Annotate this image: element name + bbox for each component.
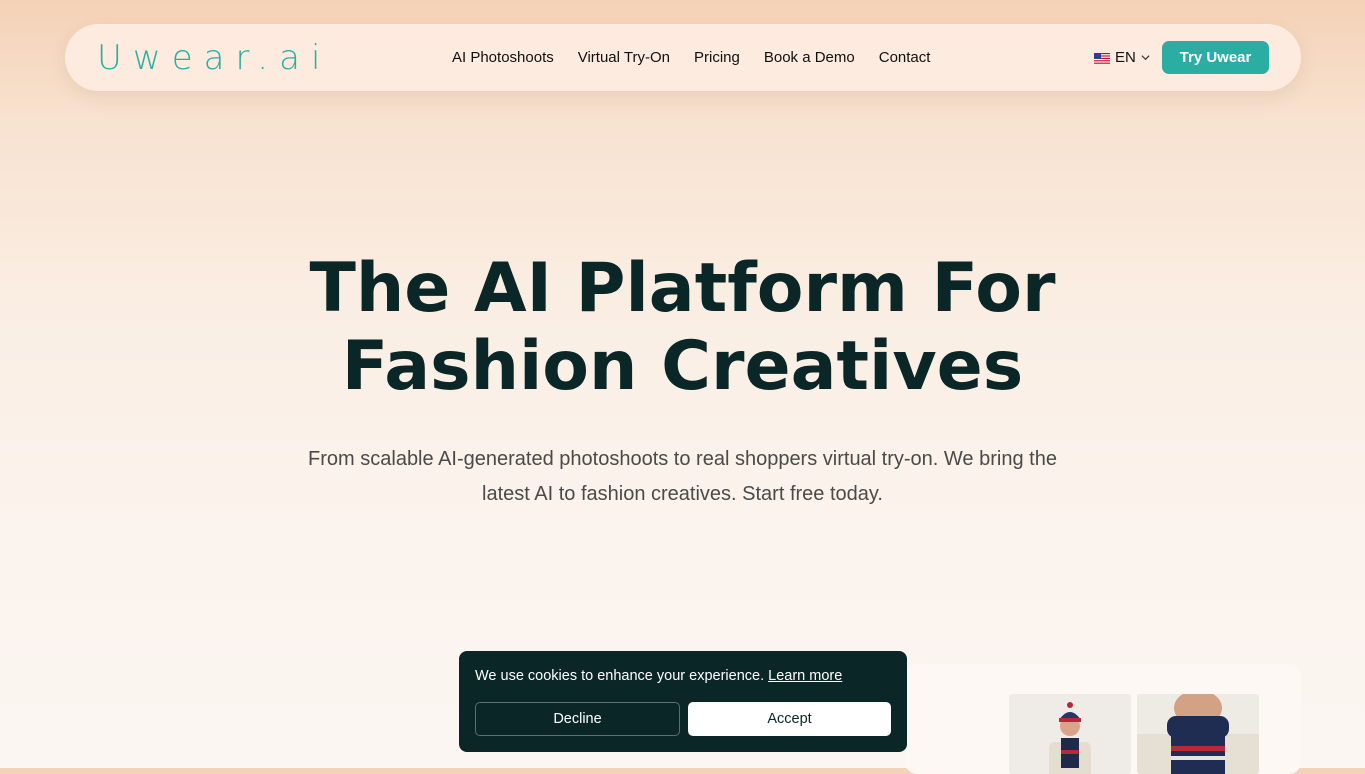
language-selector[interactable]: EN bbox=[1094, 24, 1150, 91]
logo[interactable]: Uwear.ai bbox=[97, 36, 331, 80]
language-label: EN bbox=[1115, 49, 1136, 66]
nav-link-book-a-demo[interactable]: Book a Demo bbox=[764, 49, 855, 66]
chevron-down-icon bbox=[1141, 49, 1150, 66]
model-photo-2 bbox=[1137, 694, 1259, 774]
cookie-banner: We use cookies to enhance your experienc… bbox=[459, 651, 907, 752]
hero-title-line-2: Fashion Creatives bbox=[341, 327, 1024, 406]
hero-subtitle: From scalable AI-generated photoshoots t… bbox=[308, 448, 1057, 505]
decline-button[interactable]: Decline bbox=[475, 702, 680, 736]
nav-links: AI Photoshoots Virtual Try-On Pricing Bo… bbox=[452, 24, 930, 91]
nav-link-ai-photoshoots[interactable]: AI Photoshoots bbox=[452, 49, 554, 66]
try-uwear-button[interactable]: Try Uwear bbox=[1162, 41, 1269, 74]
cookie-message-text: We use cookies to enhance your experienc… bbox=[475, 668, 765, 684]
hero-title: The AI Platform For Fashion Creatives bbox=[0, 250, 1365, 406]
nav-link-pricing[interactable]: Pricing bbox=[694, 49, 740, 66]
nav-link-virtual-try-on[interactable]: Virtual Try-On bbox=[578, 49, 670, 66]
us-flag-icon bbox=[1094, 49, 1110, 66]
learn-more-link[interactable]: Learn more bbox=[768, 668, 842, 684]
model-photo-1 bbox=[1009, 694, 1131, 774]
cookie-message: We use cookies to enhance your experienc… bbox=[475, 668, 842, 684]
hero-title-line-1: The AI Platform For bbox=[309, 249, 1056, 328]
accept-button[interactable]: Accept bbox=[688, 702, 891, 736]
nav-link-contact[interactable]: Contact bbox=[879, 49, 931, 66]
top-navbar: Uwear.ai AI Photoshoots Virtual Try-On P… bbox=[65, 24, 1301, 91]
